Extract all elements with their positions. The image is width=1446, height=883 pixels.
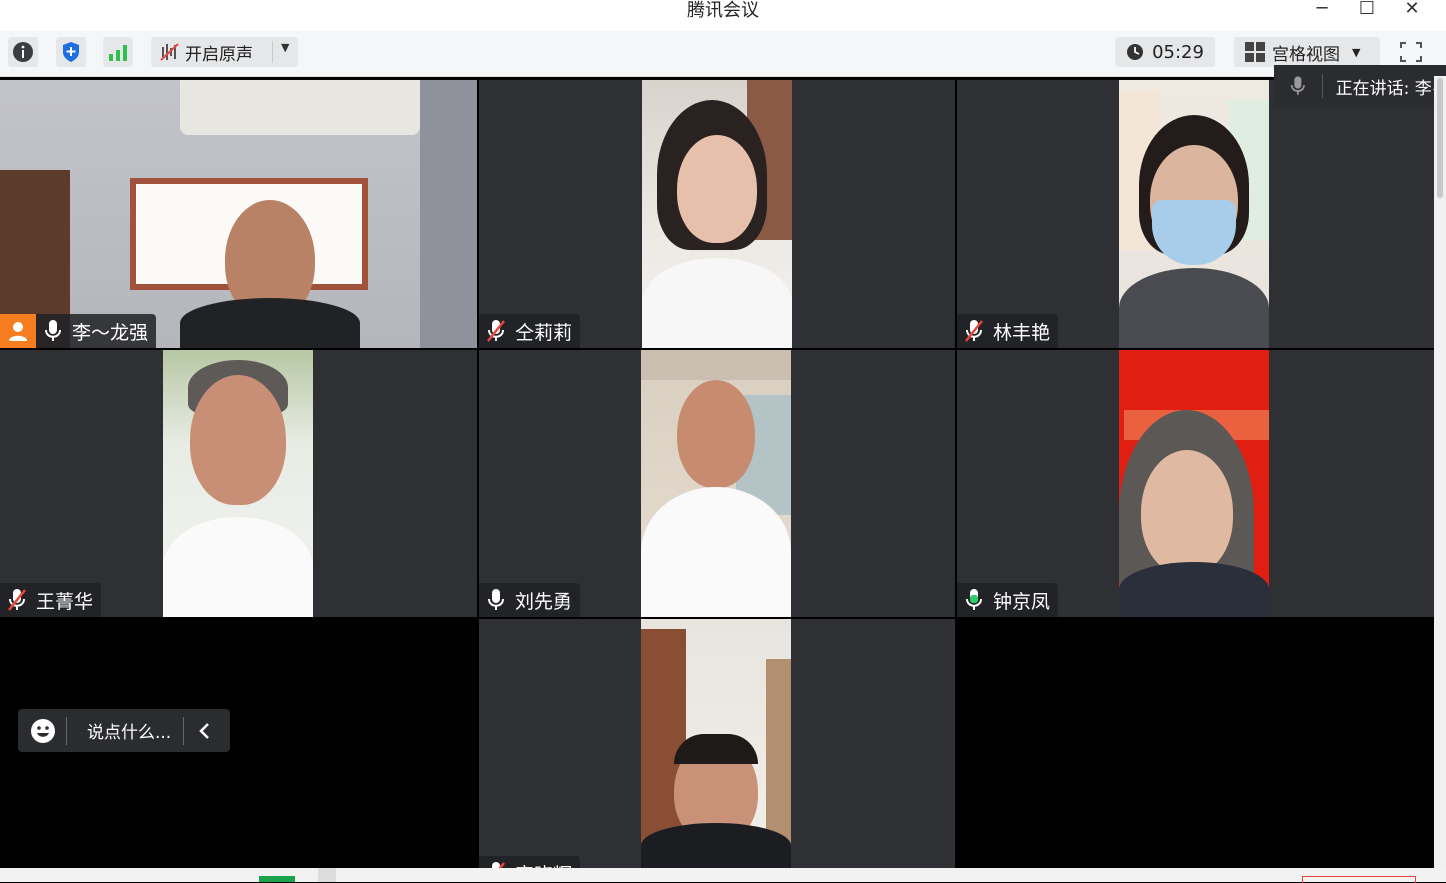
- participant-name: 刘先勇: [515, 590, 573, 613]
- curtain: [420, 80, 477, 348]
- car-ceiling: [641, 350, 791, 380]
- host-person-icon: [9, 322, 27, 341]
- participant-body: [641, 487, 791, 617]
- meeting-timer: 05:29: [1115, 37, 1215, 67]
- participant-tile[interactable]: 王菁华: [0, 350, 477, 617]
- toolbar-divider: [272, 41, 273, 63]
- original-sound-button[interactable]: 开启原声 ▼: [151, 37, 298, 67]
- participant-nametag: 钟京凤: [957, 583, 1059, 617]
- close-button[interactable]: ✕: [1390, 0, 1434, 24]
- participant-body: [1119, 562, 1269, 617]
- timer-text: 05:29: [1152, 41, 1204, 63]
- speaker-divider: [1321, 74, 1323, 98]
- air-conditioner: [180, 80, 420, 135]
- participant-tile[interactable]: 林丰艳: [957, 80, 1434, 348]
- participant-tile[interactable]: 李～龙强: [0, 80, 477, 348]
- participant-tile[interactable]: 钟京凤: [957, 350, 1434, 617]
- video-feed: [163, 350, 313, 617]
- participant-tile[interactable]: 仝莉莉: [479, 80, 955, 348]
- mic-muted-icon: [4, 587, 30, 613]
- participant-face: [677, 380, 755, 488]
- scrollbar-thumb[interactable]: [1437, 78, 1443, 198]
- face-mask: [1152, 200, 1236, 265]
- participant-body: [180, 298, 360, 348]
- info-icon: [13, 42, 33, 62]
- mic-speaking-icon: [961, 587, 987, 613]
- participant-body: [1119, 268, 1269, 348]
- speaker-mic-icon: [1290, 76, 1305, 95]
- window-title: 腾讯会议: [687, 0, 759, 21]
- participant-hair: [674, 734, 758, 764]
- chat-input[interactable]: 说点什么...: [87, 718, 183, 743]
- active-tool-indicator: [259, 876, 295, 882]
- host-badge: [0, 314, 36, 348]
- participant-name: 钟京凤: [993, 590, 1051, 613]
- participant-nametag: 李～龙强: [0, 314, 157, 348]
- participant-face: [1140, 450, 1233, 575]
- video-feed: [641, 350, 791, 617]
- fullscreen-button[interactable]: [1395, 37, 1427, 67]
- security-button[interactable]: [56, 37, 86, 67]
- video-feed: [1119, 80, 1269, 348]
- participant-tile[interactable]: 刘先勇: [479, 350, 955, 617]
- participant-face: [677, 135, 757, 243]
- maximize-button[interactable]: ☐: [1345, 0, 1389, 24]
- chat-divider: [183, 716, 184, 745]
- participant-body: [163, 517, 313, 617]
- title-bar: 腾讯会议 ─ ☐ ✕: [0, 0, 1446, 31]
- mic-muted-icon: [961, 318, 987, 344]
- chevron-down-icon[interactable]: ▼: [281, 41, 289, 54]
- empty-tile: [957, 619, 1434, 868]
- chat-bar[interactable]: 说点什么...: [18, 709, 230, 752]
- participant-nametag: 刘先勇: [479, 583, 581, 617]
- participant-nametag: 仝莉莉: [479, 314, 581, 348]
- emoji-icon[interactable]: [30, 718, 56, 744]
- participant-body: [642, 258, 792, 348]
- participant-name: 仝莉莉: [515, 321, 573, 344]
- mic-muted-icon: [483, 318, 509, 344]
- original-sound-icon: [160, 43, 179, 61]
- participant-name: 林丰艳: [993, 321, 1051, 344]
- meeting-toolbar: 开启原声 ▼ 05:29 宫格视图 ▼: [0, 31, 1446, 77]
- participant-nametag: 王菁华: [0, 583, 102, 617]
- minimize-button[interactable]: ─: [1300, 0, 1344, 24]
- grid-view-icon: [1245, 42, 1265, 62]
- participant-face: [190, 375, 286, 505]
- participant-nametag: 宋晓辉: [479, 856, 581, 869]
- view-chevron-down-icon[interactable]: ▼: [1352, 46, 1360, 59]
- speaking-label: 正在讲话: 李~: [1335, 78, 1446, 99]
- mic-on-icon: [483, 587, 509, 613]
- participant-name: 宋晓辉: [515, 860, 572, 869]
- collapse-chevron-icon[interactable]: [198, 722, 212, 740]
- chat-divider: [66, 716, 67, 745]
- toolbar-button[interactable]: [318, 868, 336, 882]
- video-feed: [642, 80, 792, 348]
- video-feed: [641, 619, 791, 868]
- clock-icon: [1127, 44, 1144, 60]
- participant-tile[interactable]: 宋晓辉: [479, 619, 955, 868]
- shield-icon: [63, 42, 79, 62]
- view-switch-button[interactable]: 宫格视图 ▼: [1234, 37, 1380, 67]
- mic-muted-icon: [483, 860, 509, 868]
- scrollbar[interactable]: [1434, 76, 1446, 868]
- fullscreen-icon: [1400, 42, 1422, 62]
- signal-bars-icon: [109, 45, 127, 61]
- view-label: 宫格视图: [1272, 44, 1340, 65]
- video-feed: [1119, 350, 1269, 617]
- bottom-toolbar: [0, 868, 1446, 883]
- participant-nametag: 林丰艳: [957, 314, 1059, 348]
- speaking-indicator: 正在讲话: 李~: [1274, 65, 1446, 107]
- original-sound-label: 开启原声: [185, 44, 253, 65]
- mic-on-icon: [40, 318, 66, 344]
- participant-name: 李～龙强: [72, 321, 149, 344]
- participant-body: [641, 823, 791, 868]
- participant-name: 王菁华: [36, 590, 94, 613]
- network-status-button[interactable]: [103, 37, 133, 67]
- info-button[interactable]: [8, 37, 38, 67]
